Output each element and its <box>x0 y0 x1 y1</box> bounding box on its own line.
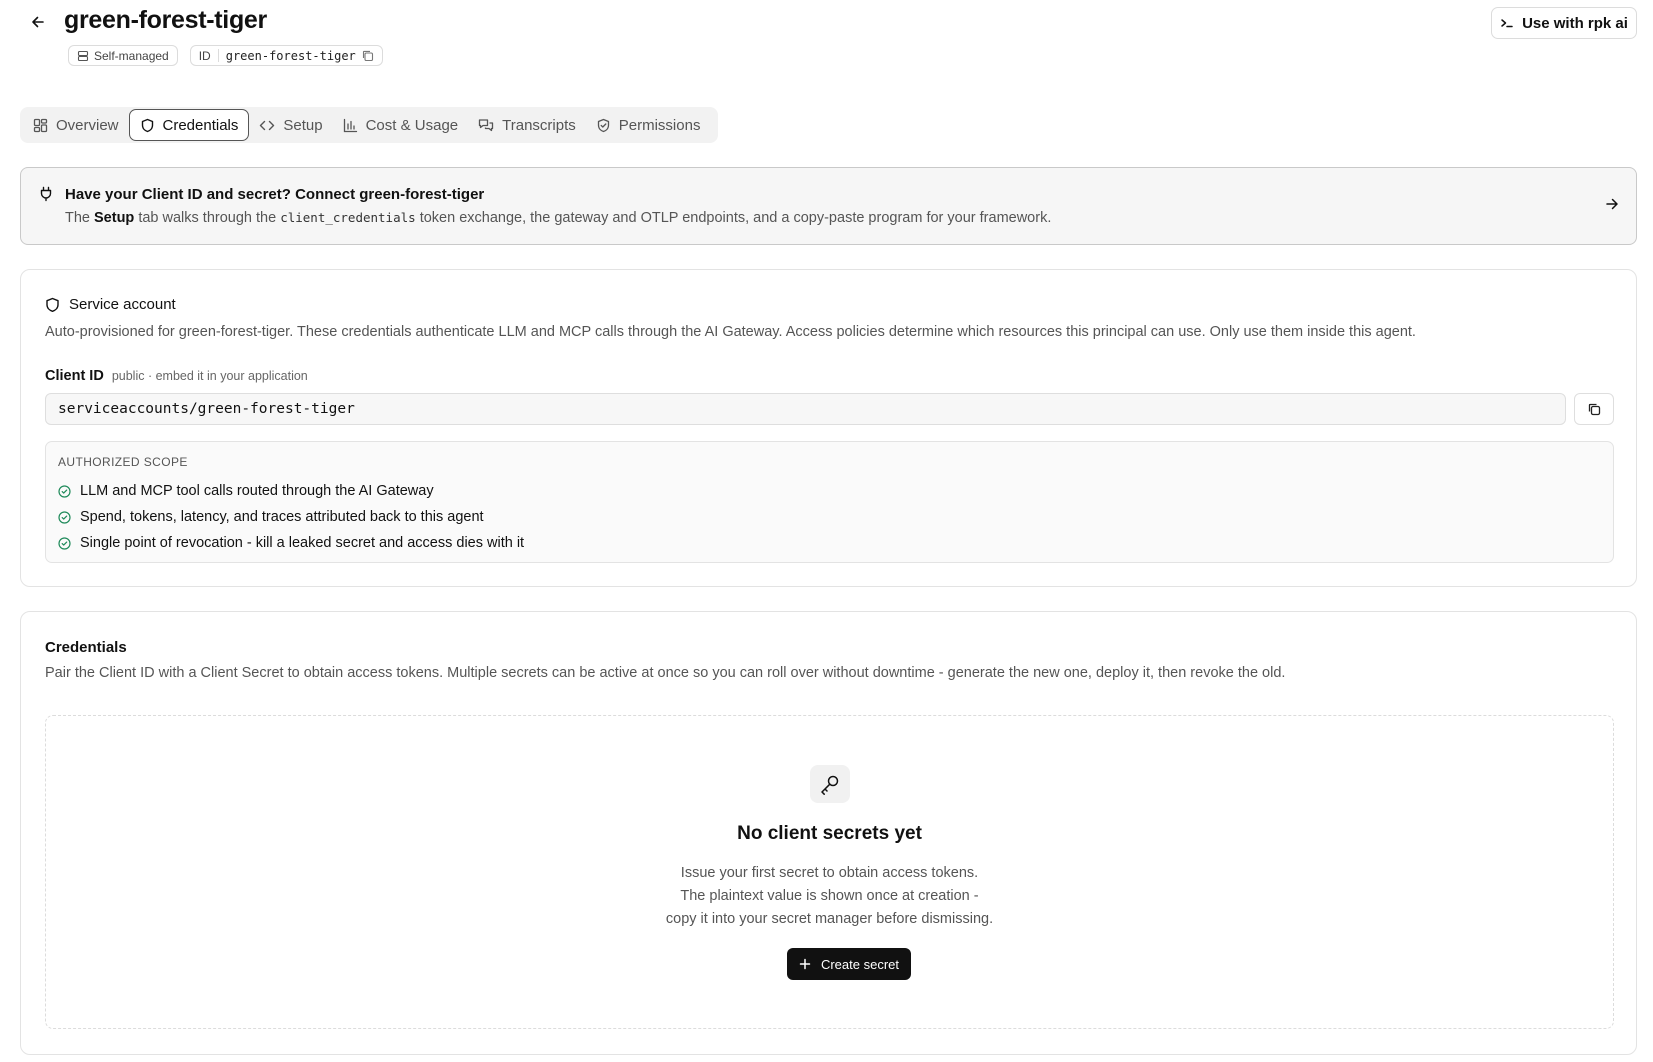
id-separator <box>217 49 219 62</box>
tab-permissions[interactable]: Permissions <box>586 109 711 141</box>
id-value: green-forest-tiger <box>225 48 356 63</box>
check-circle-icon <box>58 536 71 550</box>
scope-list: LLM and MCP tool calls routed through th… <box>58 478 524 556</box>
copy-icon <box>1588 403 1601 416</box>
service-account-card: Service account Auto-provisioned for gre… <box>20 269 1637 587</box>
banner-setup-link: Setup <box>94 210 135 226</box>
plug-icon-wrap <box>39 186 53 202</box>
copy-client-id-button[interactable] <box>1574 393 1614 425</box>
list-item: Spend, tokens, latency, and traces attri… <box>58 504 524 530</box>
service-account-title: Service account <box>69 296 176 313</box>
check-circle-icon <box>58 510 71 524</box>
banner-description: The Setup tab walks through the client_c… <box>65 210 1051 226</box>
banner-code: client_credentials <box>280 210 416 225</box>
terminal-icon <box>1501 19 1513 28</box>
arrow-left-icon <box>32 16 44 28</box>
banner-desc-prefix: The <box>65 210 95 226</box>
id-label: ID <box>198 48 211 63</box>
tab-label: Cost & Usage <box>365 116 459 134</box>
empty-state-title: No client secrets yet <box>737 823 922 844</box>
tab-transcripts[interactable]: Transcripts <box>468 109 586 141</box>
create-secret-button[interactable]: Create secret <box>787 948 911 980</box>
client-id-field[interactable]: serviceaccounts/green-forest-tiger <box>45 393 1566 425</box>
shield-icon <box>141 118 153 132</box>
tab-label: Setup <box>283 116 323 134</box>
authorized-scope-box: AUTHORIZED SCOPE LLM and MCP tool calls … <box>45 441 1614 563</box>
copy-icon[interactable] <box>361 49 374 62</box>
server-icon <box>77 50 89 61</box>
key-icon-box <box>810 765 850 803</box>
id-badge: ID green-forest-tiger <box>189 45 383 66</box>
client-id-label: Client ID <box>45 368 104 384</box>
managed-badge: Self-managed <box>68 45 178 66</box>
scope-item-text: Spend, tokens, latency, and traces attri… <box>80 509 484 525</box>
empty-state-description: Issue your first secret to obtain access… <box>46 862 1613 931</box>
tab-label: Overview <box>56 116 119 134</box>
managed-label: Self-managed <box>94 48 169 63</box>
client-id-hint: public · embed it in your application <box>111 369 308 383</box>
service-account-heading: Service account <box>45 296 176 313</box>
header-badges: Self-managed ID green-forest-tiger <box>68 45 383 66</box>
client-id-label-row: Client ID public · embed it in your appl… <box>45 368 308 384</box>
list-item: Single point of revocation - kill a leak… <box>58 530 524 556</box>
tab-bar: Overview Credentials Setup Cost & Usage … <box>20 107 718 143</box>
tab-label: Transcripts <box>502 116 576 134</box>
check-circle-icon <box>58 484 71 498</box>
service-account-description: Auto-provisioned for green-forest-tiger.… <box>45 324 1416 340</box>
tab-label: Credentials <box>162 116 239 134</box>
plug-icon <box>40 186 52 202</box>
empty-state-line: The plaintext value is shown once at cre… <box>680 888 979 904</box>
list-item: LLM and MCP tool calls routed through th… <box>58 478 524 504</box>
plus-icon <box>799 958 811 970</box>
shield-icon <box>46 297 59 312</box>
chat-icon <box>478 118 494 131</box>
arrow-right-icon <box>1606 198 1618 210</box>
grid-icon <box>33 118 48 132</box>
use-with-rpk-ai-button[interactable]: Use with rpk ai <box>1491 7 1637 39</box>
tab-setup[interactable]: Setup <box>249 109 332 141</box>
rpk-button-label: Use with rpk ai <box>1522 14 1628 32</box>
banner-desc-mid: tab walks through the <box>134 210 281 226</box>
tab-overview[interactable]: Overview <box>23 109 129 141</box>
code-icon <box>260 120 275 130</box>
banner-title: Have your Client ID and secret? Connect … <box>65 186 485 203</box>
tab-label: Permissions <box>618 116 701 134</box>
shield-check-icon <box>597 118 609 132</box>
empty-state: No client secrets yet Issue your first s… <box>45 715 1614 1029</box>
scope-item-text: Single point of revocation - kill a leak… <box>80 535 525 551</box>
setup-banner[interactable]: Have your Client ID and secret? Connect … <box>20 167 1637 245</box>
tab-cost-usage[interactable]: Cost & Usage <box>333 109 469 141</box>
key-icon <box>821 775 839 795</box>
banner-desc-suffix: token exchange, the gateway and OTLP end… <box>415 210 1052 226</box>
page-title: green-forest-tiger <box>64 6 267 34</box>
arrow-right-icon-wrap <box>1604 196 1620 212</box>
tab-credentials[interactable]: Credentials <box>128 109 250 141</box>
bar-chart-icon <box>343 118 357 132</box>
credentials-description: Pair the Client ID with a Client Secret … <box>45 665 1286 681</box>
create-secret-label: Create secret <box>820 956 900 972</box>
scope-item-text: LLM and MCP tool calls routed through th… <box>80 483 434 499</box>
empty-state-line: Issue your first secret to obtain access… <box>680 865 979 881</box>
back-button[interactable] <box>26 10 50 34</box>
empty-state-line: copy it into your secret manager before … <box>665 911 994 927</box>
credentials-title: Credentials <box>45 639 127 656</box>
scope-title: AUTHORIZED SCOPE <box>58 455 188 469</box>
credentials-card: Credentials Pair the Client ID with a Cl… <box>20 611 1637 1055</box>
